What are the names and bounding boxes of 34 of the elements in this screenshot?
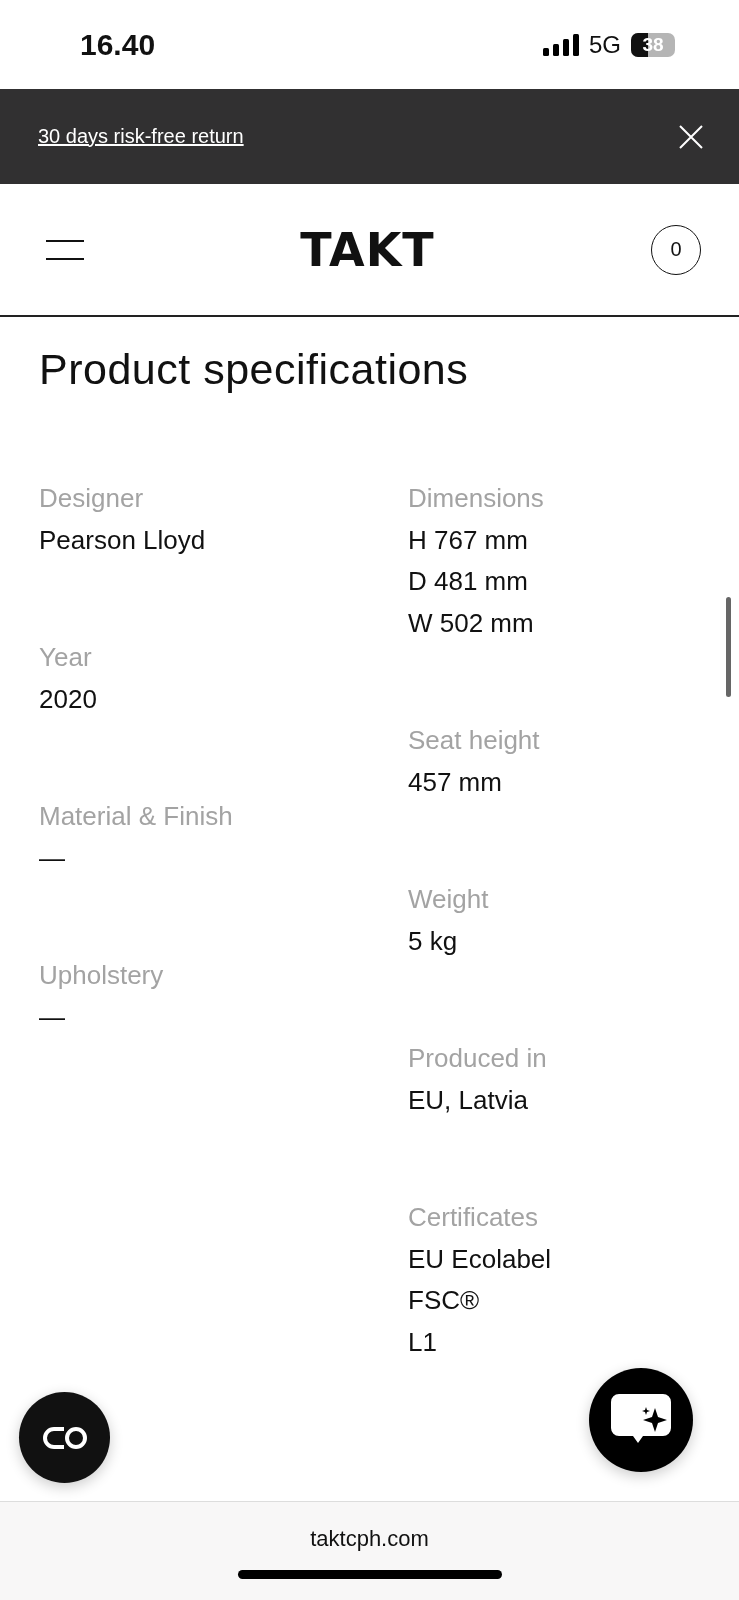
signal-icon <box>543 33 579 56</box>
spec-value: 2020 <box>39 682 98 716</box>
network-label: 5G <box>589 30 621 59</box>
spec-value: — <box>39 1000 66 1034</box>
spec-label: Designer <box>39 482 145 515</box>
spec-label: Produced in <box>408 1042 548 1075</box>
spec-label: Seat height <box>408 724 541 757</box>
logo[interactable]: TAKT <box>300 222 435 277</box>
spec-value: D 481 mm <box>408 565 529 598</box>
spec-label: Upholstery <box>39 959 165 992</box>
spec-label: Dimensions <box>408 482 545 515</box>
status-time: 16.40 <box>80 27 156 62</box>
spec-value: — <box>39 841 66 875</box>
menu-icon[interactable] <box>46 239 84 260</box>
section-title: Product specifications <box>39 345 470 394</box>
spec-value: EU, Latvia <box>408 1083 529 1117</box>
return-link[interactable]: 30 days risk-free return <box>38 125 244 148</box>
spec-value: FSC® <box>408 1284 481 1317</box>
spec-label: Material & Finish <box>39 800 234 833</box>
toggle-button[interactable] <box>19 1392 110 1483</box>
spec-value: Pearson Lloyd <box>39 523 207 557</box>
spec-value: H 767 mm <box>408 523 529 557</box>
spec-value: EU Ecolabel <box>408 1242 553 1276</box>
close-icon[interactable] <box>679 124 703 149</box>
toggle-icon <box>41 1425 88 1450</box>
spec-value: W 502 mm <box>408 606 535 640</box>
spec-value: 457 mm <box>408 765 503 799</box>
spec-value: 5 kg <box>408 924 459 958</box>
chat-button[interactable] <box>589 1368 693 1472</box>
url-label[interactable]: taktcph.com <box>310 1526 429 1552</box>
spec-label: Year <box>39 641 93 674</box>
spec-label: Weight <box>408 883 490 916</box>
spec-value: L1 <box>408 1325 438 1359</box>
spec-label: Certificates <box>408 1201 540 1234</box>
